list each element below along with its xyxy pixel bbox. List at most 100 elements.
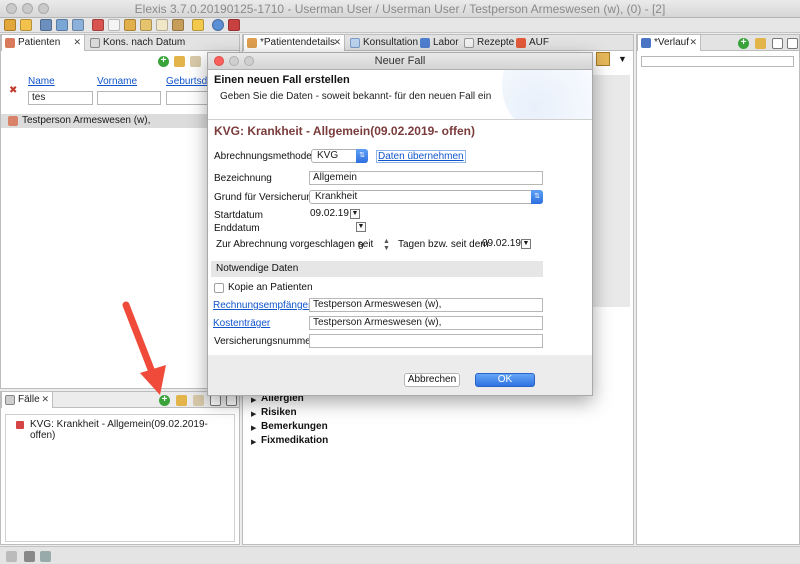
close-icon[interactable]: ✕: [333, 35, 341, 50]
expand-icon[interactable]: ▶: [251, 396, 256, 404]
patient-row[interactable]: Testperson Armeswesen (w),: [1, 114, 239, 128]
stepper-icon[interactable]: ▲ ▼: [383, 238, 391, 252]
note-icon[interactable]: [156, 19, 168, 31]
case-icon: [5, 395, 15, 405]
close-icon[interactable]: ✕: [73, 35, 81, 50]
tab-auf[interactable]: AUF: [513, 35, 553, 51]
tab-patienten[interactable]: Patienten ✕: [1, 35, 85, 51]
maximize-icon[interactable]: [787, 38, 798, 49]
verlauf-tabbar: *Verlauf ✕ +: [637, 35, 799, 51]
ok-button[interactable]: OK: [475, 373, 535, 387]
perspective-icon[interactable]: [6, 551, 17, 562]
case-list-item[interactable]: KVG: Krankheit - Allgemein(09.02.2019- o…: [12, 419, 232, 441]
dialog-subheading: Geben Sie die Daten - soweit bekannt- fü…: [220, 91, 492, 102]
minimize-icon[interactable]: [772, 38, 783, 49]
tab-kons-nach-datum[interactable]: Kons. nach Datum: [87, 35, 197, 51]
window-icon[interactable]: [40, 19, 52, 31]
column-name[interactable]: Name: [28, 76, 55, 87]
screen-icon[interactable]: [72, 19, 84, 31]
kostentraeger-link[interactable]: Kostenträger: [213, 318, 270, 329]
patient-name: Testperson Armeswesen (w),: [22, 115, 151, 126]
updown-icon: ⇅: [531, 190, 543, 204]
filter-name-input[interactable]: tes: [28, 91, 93, 105]
tage-label: Tagen bzw. seit dem: [398, 239, 489, 250]
patienten-tabbar: Patienten ✕ Kons. nach Datum: [1, 35, 239, 51]
kopie-checkbox[interactable]: [214, 283, 224, 293]
updown-icon: ⇅: [356, 149, 368, 163]
dialog-title: Neuer Fall: [374, 55, 426, 67]
expand-icon[interactable]: ▶: [251, 424, 256, 432]
status-bar: [0, 546, 800, 564]
cancel-button[interactable]: Abbrechen: [404, 373, 460, 387]
expand-icon[interactable]: ▶: [251, 438, 256, 446]
section-label: Notwendige Daten: [216, 263, 299, 274]
settings-icon[interactable]: [755, 38, 766, 49]
versicherungsnummer-label: Versicherungsnummer: [214, 336, 315, 347]
warning-icon: [516, 38, 526, 48]
calendar-icon: [90, 38, 100, 48]
section-bemerkungen[interactable]: Bemerkungen: [261, 421, 328, 432]
patient-card-icon[interactable]: [56, 19, 68, 31]
tab-konsultation[interactable]: Konsultation: [347, 35, 418, 51]
maximize-icon[interactable]: [226, 395, 237, 406]
tage-date-dropdown-icon[interactable]: ▼: [521, 239, 531, 249]
kostentraeger-input[interactable]: Testperson Armeswesen (w),: [309, 316, 543, 330]
bezeichnung-input[interactable]: Allgemein: [309, 171, 543, 185]
column-vorname[interactable]: Vorname: [97, 76, 137, 87]
verlauf-input[interactable]: [641, 56, 794, 67]
exit-icon[interactable]: [228, 19, 240, 31]
enddatum-label: Enddatum: [214, 223, 260, 234]
add-patient-icon[interactable]: +: [158, 56, 169, 67]
tab-verlauf[interactable]: *Verlauf ✕: [637, 35, 701, 51]
add-entry-icon[interactable]: +: [738, 38, 749, 49]
section-fixmedikation[interactable]: Fixmedikation: [261, 435, 328, 446]
edit-icon[interactable]: [193, 395, 204, 406]
tab-label: Kons. nach Datum: [103, 37, 186, 48]
folder-icon[interactable]: [140, 19, 152, 31]
abrechnungsmethode-select[interactable]: KVG ⇅: [311, 149, 368, 163]
history-icon: [641, 38, 651, 48]
tab-label: Fälle: [18, 394, 40, 405]
list-icon[interactable]: [24, 551, 35, 562]
filter-vorname-input[interactable]: [97, 91, 161, 105]
rechnungsempfaenger-input[interactable]: Testperson Armeswesen (w),: [309, 298, 543, 312]
clear-filter-icon[interactable]: ✖: [9, 85, 17, 96]
letter-icon[interactable]: [172, 19, 184, 31]
daten-uebernehmen-link[interactable]: Daten übernehmen: [376, 150, 466, 163]
tab-faelle[interactable]: Fälle ✕: [1, 392, 53, 408]
rechnungsempfaenger-link[interactable]: Rechnungsempfänger: [213, 300, 311, 311]
tab-labor[interactable]: Labor: [417, 35, 461, 51]
help-icon[interactable]: [212, 19, 224, 31]
book-icon[interactable]: [124, 19, 136, 31]
close-icon[interactable]: ✕: [689, 35, 697, 50]
enddatum-dropdown-icon[interactable]: ▼: [356, 222, 366, 232]
minimize-icon[interactable]: [210, 395, 221, 406]
pill-icon[interactable]: [92, 19, 104, 31]
expand-icon[interactable]: ▶: [251, 410, 256, 418]
view-menu-icon[interactable]: ▼: [618, 54, 627, 64]
tab-label: *Verlauf: [654, 37, 690, 48]
close-icon[interactable]: ✕: [41, 392, 49, 407]
document-icon[interactable]: [108, 19, 120, 31]
refresh-icon[interactable]: [20, 19, 32, 31]
clipboard-icon[interactable]: [190, 56, 201, 67]
tage-date-value[interactable]: 09.02.19: [482, 238, 521, 249]
tab-rezepte[interactable]: Rezepte: [461, 35, 514, 51]
patient-icon: [5, 38, 15, 48]
tab-patientendetails[interactable]: *Patientendetails ✕: [243, 35, 345, 51]
female-patient-icon: [8, 116, 18, 126]
section-risiken[interactable]: Risiken: [261, 407, 297, 418]
network-icon[interactable]: [40, 551, 51, 562]
lock-icon[interactable]: [596, 52, 610, 66]
settings-icon[interactable]: [176, 395, 187, 406]
open-case-icon: [16, 421, 24, 429]
grund-select[interactable]: Krankheit ⇅: [309, 190, 543, 204]
startdatum-value[interactable]: 09.02.19: [310, 208, 349, 219]
alert-icon[interactable]: [192, 19, 204, 31]
abrechnung-value[interactable]: 0: [358, 241, 364, 252]
grund-label: Grund für Versicherung: [214, 192, 318, 203]
home-icon[interactable]: [4, 19, 16, 31]
startdatum-dropdown-icon[interactable]: ▼: [350, 209, 360, 219]
settings-icon[interactable]: [174, 56, 185, 67]
versicherungsnummer-input[interactable]: [309, 334, 543, 348]
